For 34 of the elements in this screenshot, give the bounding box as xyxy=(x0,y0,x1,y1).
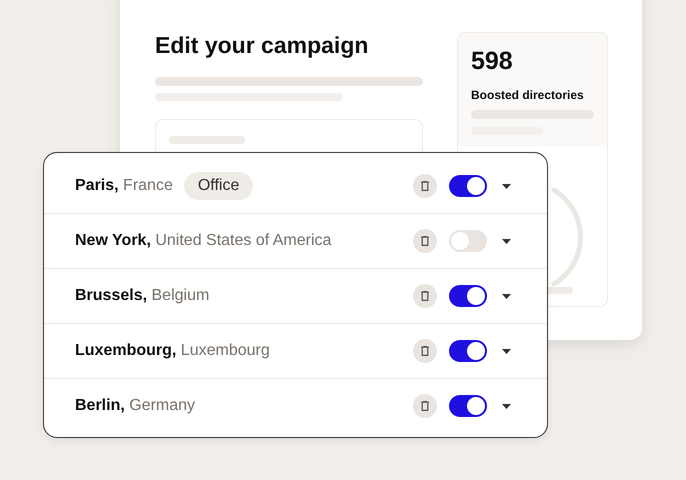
campaign-title: Edit your campaign xyxy=(155,32,370,59)
trash-icon xyxy=(421,181,429,191)
stat-value: 598 xyxy=(471,47,514,76)
expand-button[interactable] xyxy=(502,238,511,244)
toggle-switch[interactable] xyxy=(449,340,487,362)
location-name: Luxembourg, Luxembourg xyxy=(75,342,270,360)
toggle-switch[interactable] xyxy=(449,175,487,197)
trash-icon xyxy=(421,401,429,411)
toggle-switch[interactable] xyxy=(449,395,487,417)
expand-button[interactable] xyxy=(502,404,511,408)
caret-icon xyxy=(502,348,511,354)
caret-icon xyxy=(502,238,511,244)
location-name: Paris, France xyxy=(75,177,173,195)
caret-icon xyxy=(502,184,511,188)
caret-icon xyxy=(502,404,511,408)
toggle-switch[interactable] xyxy=(449,230,487,252)
delete-button[interactable] xyxy=(413,339,437,363)
trash-icon xyxy=(421,236,429,246)
delete-button[interactable] xyxy=(413,394,437,418)
location-name: Brussels, Belgium xyxy=(75,287,210,305)
stat-label: Boosted directories xyxy=(471,88,585,102)
location-name: New York, United States of America xyxy=(75,232,332,250)
location-name: Berlin, Germany xyxy=(75,397,196,415)
trash-icon xyxy=(421,291,429,301)
expand-button[interactable] xyxy=(502,184,511,188)
delete-button[interactable] xyxy=(413,229,437,253)
trash-icon xyxy=(421,346,429,356)
delete-button[interactable] xyxy=(413,174,437,198)
delete-button[interactable] xyxy=(413,284,437,308)
toggle-switch[interactable] xyxy=(449,285,487,307)
office-tag: Office xyxy=(184,172,254,200)
expand-button[interactable] xyxy=(502,348,511,354)
expand-button[interactable] xyxy=(502,294,511,298)
caret-icon xyxy=(502,294,511,298)
